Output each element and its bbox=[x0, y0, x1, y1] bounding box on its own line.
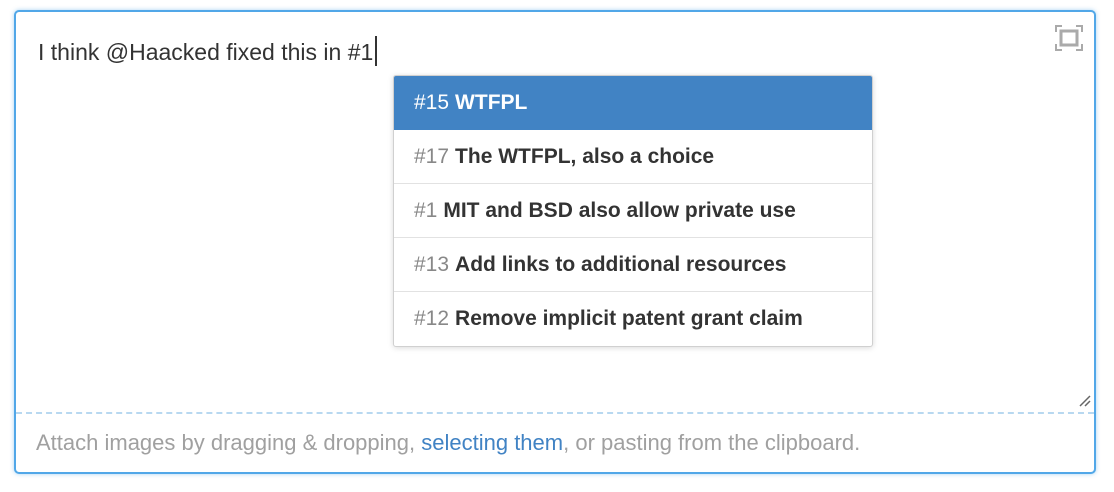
suggestion-number: #15 bbox=[414, 91, 450, 114]
dropzone-text-before: Attach images by dragging & dropping, bbox=[36, 430, 422, 455]
dropzone-text-after: , or pasting from the clipboard. bbox=[563, 430, 861, 455]
suggestion-title: Remove implicit patent grant claim bbox=[455, 307, 803, 330]
attach-dropzone[interactable]: Attach images by dragging & dropping, se… bbox=[16, 412, 1094, 472]
suggestion-number: #17 bbox=[414, 145, 450, 168]
suggestion-title: The WTFPL, also a choice bbox=[455, 145, 715, 168]
suggestion-title: WTFPL bbox=[455, 91, 528, 114]
text-caret bbox=[375, 36, 378, 66]
comment-text: I think @Haacked fixed this in #1 bbox=[38, 39, 374, 65]
suggestion-item[interactable]: #17 The WTFPL, also a choice bbox=[394, 130, 872, 184]
suggestion-number: #13 bbox=[414, 253, 450, 276]
suggestion-item[interactable]: #1 MIT and BSD also allow private use bbox=[394, 184, 872, 238]
suggestion-title: Add links to additional resources bbox=[455, 253, 787, 276]
suggestion-number: #1 bbox=[414, 199, 438, 222]
issue-suggester: #15 WTFPL #17 The WTFPL, also a choice #1 M… bbox=[393, 75, 873, 347]
resize-handle[interactable] bbox=[1076, 392, 1092, 408]
select-files-link[interactable]: selecting them bbox=[421, 430, 563, 455]
suggestion-item[interactable]: #12 Remove implicit patent grant claim bbox=[394, 292, 872, 346]
suggestion-number: #12 bbox=[414, 307, 450, 330]
suggestion-title: MIT and BSD also allow private use bbox=[443, 199, 796, 222]
suggestion-item[interactable]: #13 Add links to additional resources bbox=[394, 238, 872, 292]
resize-handle-icon bbox=[1079, 395, 1091, 407]
suggestion-item[interactable]: #15 WTFPL bbox=[394, 76, 872, 130]
fullscreen-icon bbox=[1055, 25, 1083, 51]
fullscreen-button[interactable] bbox=[1054, 24, 1084, 52]
